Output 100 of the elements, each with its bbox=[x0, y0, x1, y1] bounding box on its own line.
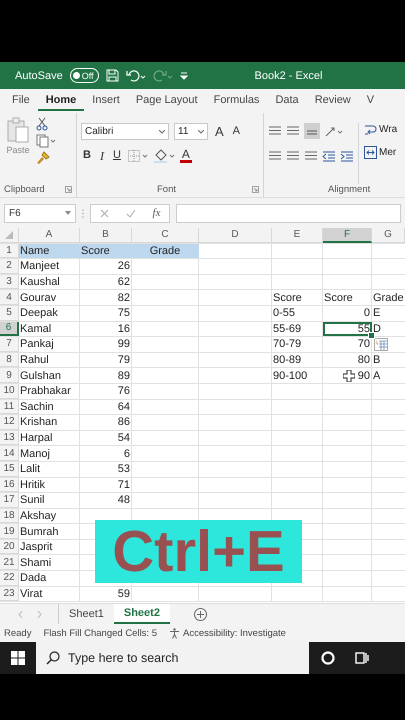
fill-handle[interactable] bbox=[368, 332, 375, 340]
customize-icon[interactable] bbox=[180, 72, 188, 80]
search-icon bbox=[46, 651, 60, 665]
row-header[interactable]: 16 bbox=[0, 478, 19, 492]
row-header[interactable]: 18 bbox=[0, 508, 19, 524]
accessibility-icon[interactable] bbox=[169, 628, 180, 638]
ribbon-tab[interactable]: Page Layout bbox=[128, 92, 206, 110]
dialog-launcher-icon[interactable] bbox=[65, 186, 72, 193]
underline-button[interactable]: U bbox=[110, 150, 123, 161]
table-cell-text: 76 bbox=[116, 384, 131, 399]
row-header[interactable]: 17 bbox=[0, 493, 19, 508]
row-header[interactable]: 19 bbox=[0, 524, 19, 539]
copy-icon[interactable] bbox=[36, 134, 56, 148]
row-header[interactable]: 6 bbox=[0, 322, 19, 336]
ribbon-tab[interactable]: V bbox=[358, 92, 382, 110]
increase-indent-icon[interactable] bbox=[340, 149, 354, 163]
table-cell-text: D bbox=[372, 322, 382, 336]
dialog-launcher-icon[interactable] bbox=[252, 186, 259, 193]
table-cell-text: 64 bbox=[116, 400, 131, 414]
row-header[interactable]: 13 bbox=[0, 430, 19, 446]
column-header[interactable]: F bbox=[323, 228, 372, 243]
ribbon-tab[interactable]: Formulas bbox=[206, 92, 268, 110]
cursor-icon bbox=[343, 370, 355, 382]
font-name-field[interactable]: Calibri bbox=[81, 123, 169, 140]
status-text: Flash Fill Changed Cells: 5 bbox=[43, 628, 157, 638]
row-header[interactable]: 20 bbox=[0, 540, 19, 554]
task-view-icon[interactable] bbox=[355, 651, 369, 665]
merge-button[interactable]: Mer bbox=[364, 146, 398, 159]
start-icon[interactable] bbox=[11, 651, 25, 665]
column-header[interactable]: G bbox=[372, 228, 405, 243]
italic-button[interactable]: I bbox=[98, 150, 106, 162]
sheet-tab[interactable]: Sheet1 bbox=[59, 604, 114, 624]
ribbon-tab[interactable]: Insert bbox=[84, 92, 128, 110]
group-label: Font bbox=[156, 184, 176, 195]
row-header[interactable]: 11 bbox=[0, 400, 19, 414]
caret-icon bbox=[159, 130, 165, 134]
row-header[interactable]: 5 bbox=[0, 306, 19, 321]
wrap-icon bbox=[364, 123, 377, 136]
table-cell-text: B bbox=[372, 353, 382, 368]
table-cell-text: 71 bbox=[116, 478, 131, 492]
formula-field[interactable] bbox=[176, 204, 401, 222]
table-cell-text: 48 bbox=[116, 493, 131, 508]
table-cell-text: 86 bbox=[116, 415, 131, 430]
table-cell-text: Sachin bbox=[19, 400, 55, 414]
row-header[interactable]: 1 bbox=[0, 244, 19, 258]
autosave-toggle[interactable]: Off bbox=[70, 68, 99, 83]
ribbon-tab[interactable]: Home bbox=[38, 92, 84, 110]
accessibility-status[interactable]: Accessibility: Investigate bbox=[183, 628, 286, 638]
bold-button[interactable]: B bbox=[81, 150, 93, 161]
shortcut-caption: Ctrl+E bbox=[95, 520, 302, 583]
row-header[interactable]: 15 bbox=[0, 462, 19, 476]
row-header[interactable]: 12 bbox=[0, 415, 19, 430]
name-box[interactable]: F6 bbox=[4, 204, 76, 222]
ribbon-tab[interactable]: Data bbox=[267, 92, 307, 110]
decrease-font-button[interactable]: A bbox=[230, 126, 242, 137]
caret-icon bbox=[65, 211, 71, 215]
font-color-button[interactable]: A bbox=[180, 148, 192, 163]
column-header[interactable]: E bbox=[272, 228, 323, 243]
table-cell-text: Manoj bbox=[19, 446, 51, 461]
fill-color-icon[interactable] bbox=[152, 148, 175, 162]
flash-fill-options-icon[interactable] bbox=[374, 338, 388, 352]
save-icon[interactable] bbox=[106, 69, 119, 82]
row-header[interactable]: 10 bbox=[0, 384, 19, 399]
insert-function-button[interactable]: fx bbox=[152, 207, 160, 219]
ribbon-tab[interactable]: File bbox=[4, 92, 38, 110]
row-header[interactable]: 2 bbox=[0, 259, 19, 274]
taskbar-search-field[interactable]: Type here to search bbox=[36, 642, 309, 674]
format-painter-icon[interactable] bbox=[36, 151, 50, 165]
row-header[interactable]: 23 bbox=[0, 586, 19, 602]
row-header[interactable]: 9 bbox=[0, 368, 19, 383]
table-cell-text: Bumrah bbox=[19, 524, 60, 539]
table-cell: 90 bbox=[323, 368, 372, 383]
column-header[interactable]: C bbox=[132, 228, 199, 243]
sheet-tab[interactable]: Sheet2 bbox=[114, 604, 170, 624]
borders-icon[interactable] bbox=[128, 150, 148, 162]
wrap-text-button[interactable]: Wra bbox=[364, 123, 398, 136]
row-header[interactable]: 22 bbox=[0, 571, 19, 586]
table-cell-text: 16 bbox=[116, 322, 131, 336]
column-header[interactable]: A bbox=[19, 228, 80, 243]
font-size-field[interactable]: 11 bbox=[174, 123, 208, 140]
row-header[interactable]: 21 bbox=[0, 555, 19, 570]
row-header[interactable]: 4 bbox=[0, 290, 19, 305]
bottom-align-icon[interactable] bbox=[304, 123, 320, 139]
ribbon-tab[interactable]: Review bbox=[306, 92, 359, 110]
column-header[interactable]: B bbox=[80, 228, 132, 243]
table-cell-text: 75 bbox=[116, 306, 131, 321]
undo-icon[interactable] bbox=[126, 70, 146, 82]
decrease-indent-icon[interactable] bbox=[322, 149, 336, 163]
table-cell-text: Dada bbox=[19, 571, 48, 586]
increase-font-button[interactable]: A bbox=[213, 125, 226, 138]
cut-icon[interactable] bbox=[36, 117, 48, 131]
table-cell-text: Score bbox=[323, 290, 354, 305]
row-header[interactable]: 8 bbox=[0, 352, 19, 368]
column-header[interactable]: D bbox=[199, 228, 272, 243]
row-header[interactable]: 3 bbox=[0, 274, 19, 290]
table-cell-text: Akshay bbox=[19, 508, 58, 524]
table-cell: Name bbox=[19, 244, 80, 258]
row-header[interactable]: 14 bbox=[0, 446, 19, 461]
table-cell-text: 6 bbox=[122, 446, 131, 461]
row-header[interactable]: 7 bbox=[0, 337, 19, 352]
